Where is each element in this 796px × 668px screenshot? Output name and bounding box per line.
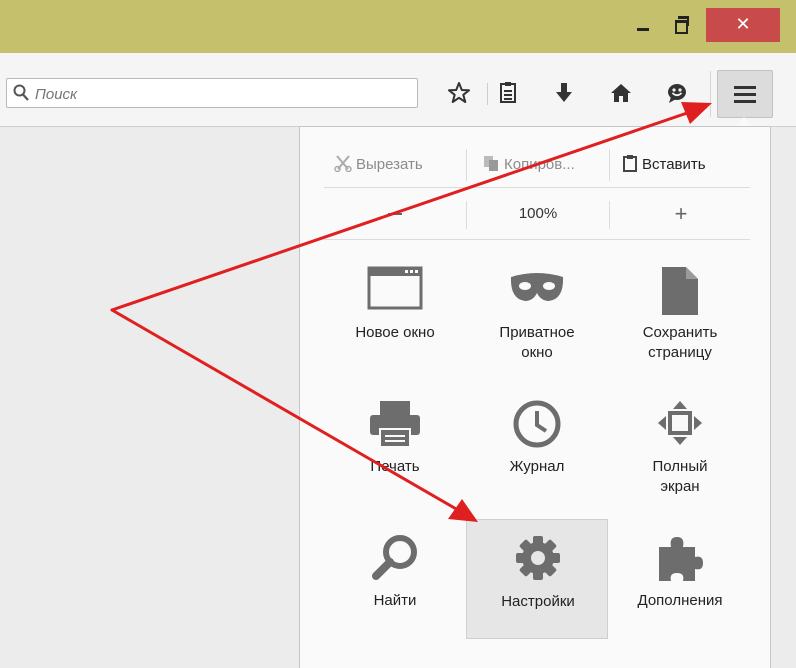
search-box[interactable] <box>6 78 418 108</box>
star-icon <box>448 82 470 103</box>
gear-icon <box>467 534 609 586</box>
add-ons-tile[interactable]: Дополнения <box>609 519 751 639</box>
restore-icon-front <box>675 20 688 34</box>
printer-icon <box>324 399 466 451</box>
mask-icon <box>466 265 608 317</box>
download-arrow-icon <box>556 83 572 102</box>
edit-controls: Вырезать Копиров... Вставить <box>324 147 750 183</box>
puzzle-icon <box>609 533 751 585</box>
paste-button[interactable]: Вставить <box>622 147 706 183</box>
options-label: Настройки <box>501 593 575 610</box>
history-label: Журнал <box>509 458 565 475</box>
smiley-chat-icon <box>668 84 686 103</box>
chat-button[interactable] <box>661 77 693 109</box>
home-button[interactable] <box>605 77 637 109</box>
print-label: Печать <box>370 458 420 475</box>
cut-label: Вырезать <box>356 156 423 173</box>
copy-icon <box>484 156 498 171</box>
zoom-separator <box>466 201 467 229</box>
add-ons-label: Дополнения <box>637 592 723 609</box>
new-window-tile[interactable]: Новое окно <box>324 251 466 371</box>
edit-separator <box>609 149 610 181</box>
minimize-icon <box>637 28 649 31</box>
find-label: Найти <box>373 592 417 609</box>
scissors-icon <box>334 155 352 173</box>
full-screen-label: Полный экран <box>652 458 708 495</box>
zoom-in-button[interactable]: + <box>610 199 752 229</box>
copy-button[interactable]: Копиров... <box>482 147 575 183</box>
print-tile[interactable]: Печать <box>324 385 466 505</box>
edit-separator <box>466 149 467 181</box>
minimize-button[interactable] <box>626 8 660 42</box>
navigation-toolbar <box>0 53 796 127</box>
window-title-bar: ✕ <box>0 0 796 53</box>
bookmark-star-button[interactable] <box>443 77 475 109</box>
search-input[interactable] <box>33 81 417 107</box>
bookmarks-menu-button[interactable] <box>492 77 524 109</box>
copy-label: Копиров... <box>504 156 575 173</box>
history-tile[interactable]: Журнал <box>466 385 608 505</box>
toolbar-separator <box>487 83 488 105</box>
downloads-button[interactable] <box>548 77 580 109</box>
page-icon <box>609 265 751 317</box>
search-icon <box>13 84 29 101</box>
zoom-reset-button[interactable]: 100% <box>467 199 609 229</box>
row-separator <box>324 187 750 188</box>
options-tile[interactable]: Настройки <box>466 519 608 639</box>
cut-button[interactable]: Вырезать <box>334 147 423 183</box>
new-window-label: Новое окно <box>355 324 435 341</box>
row-separator <box>324 239 750 240</box>
close-button[interactable]: ✕ <box>706 8 780 42</box>
zoom-separator <box>609 201 610 229</box>
private-window-label: Приватное окно <box>499 324 575 361</box>
open-menu-button[interactable] <box>717 70 773 118</box>
clipboard-icon <box>623 155 637 172</box>
menu-panel: Вырезать Копиров... Вставить 100% + Ново… <box>299 126 771 668</box>
minus-icon <box>388 212 402 215</box>
close-icon: ✕ <box>735 14 751 35</box>
private-window-tile[interactable]: Приватное окно <box>466 251 608 371</box>
paste-label: Вставить <box>642 156 706 173</box>
save-page-label: Сохранить страницу <box>642 324 718 361</box>
clipboard-list-icon <box>500 82 516 103</box>
find-tile[interactable]: Найти <box>324 519 466 639</box>
full-screen-tile[interactable]: Полный экран <box>609 385 751 505</box>
maximize-button[interactable] <box>664 8 698 42</box>
clock-icon <box>466 399 608 451</box>
home-icon <box>611 84 631 102</box>
fullscreen-icon <box>609 399 751 451</box>
hamburger-menu-icon <box>734 86 756 103</box>
window-icon <box>324 265 466 317</box>
toolbar-separator <box>710 71 711 117</box>
zoom-out-button[interactable] <box>324 199 466 229</box>
magnifier-icon <box>324 533 466 585</box>
save-page-tile[interactable]: Сохранить страницу <box>609 251 751 371</box>
